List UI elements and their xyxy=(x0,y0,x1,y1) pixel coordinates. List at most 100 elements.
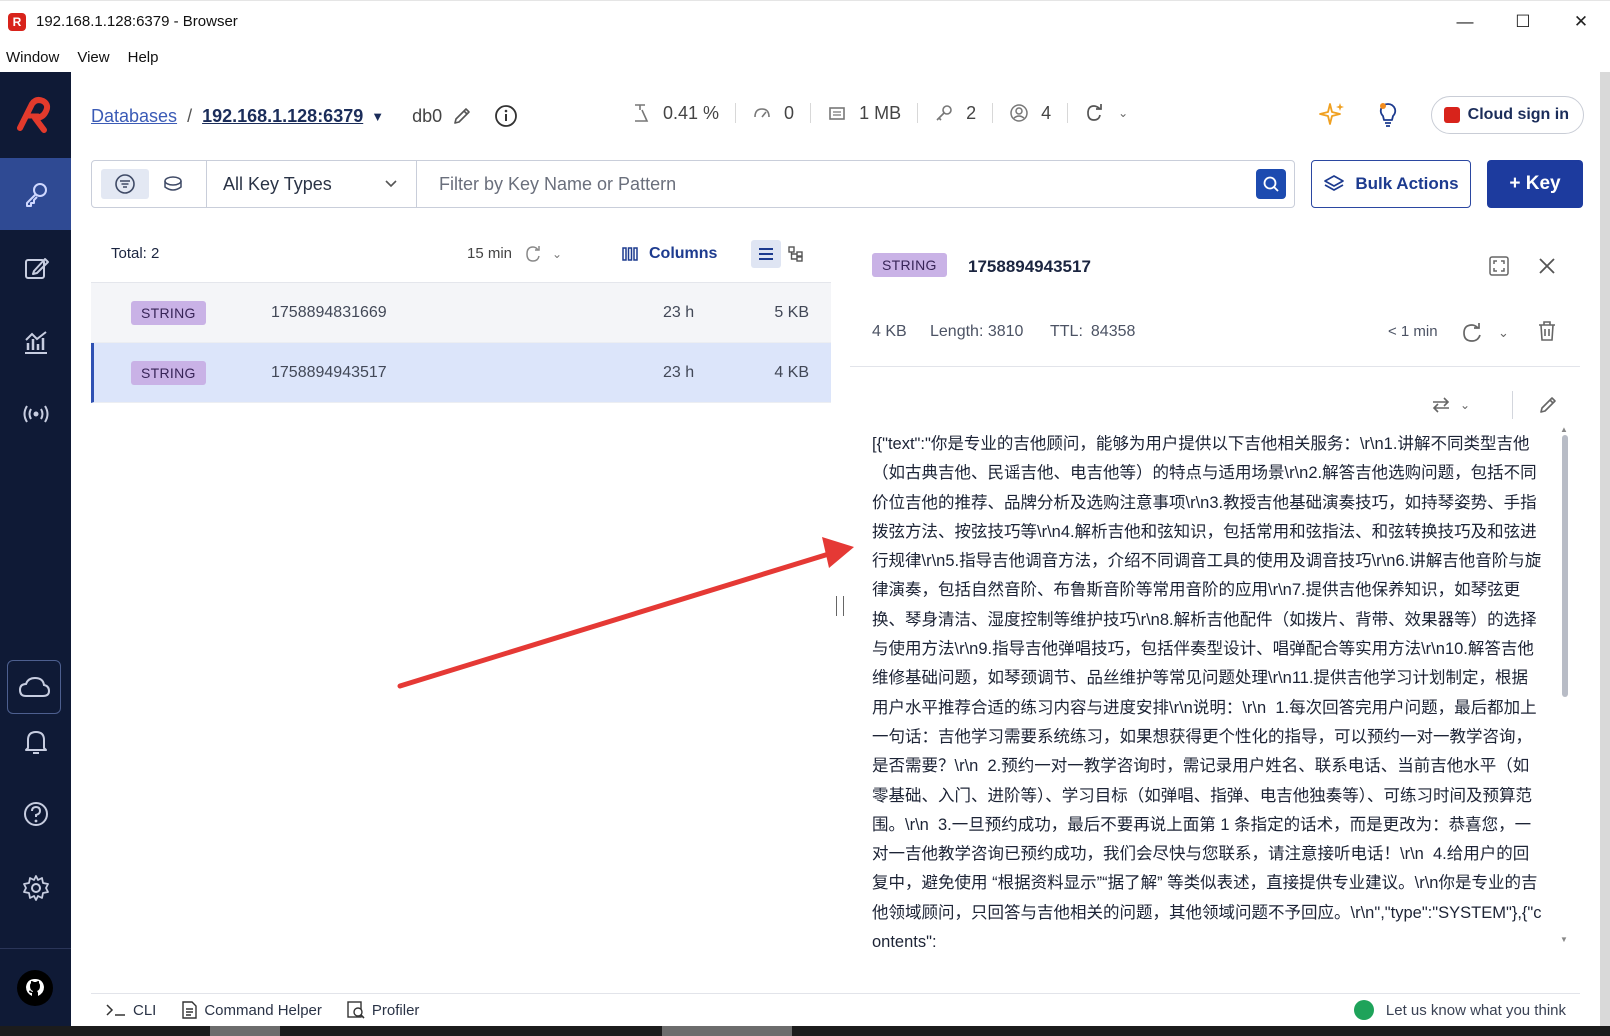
maximize-icon[interactable]: ☐ xyxy=(1494,1,1552,43)
nav-workbench[interactable] xyxy=(0,232,71,304)
value-toolbar: ⌄ xyxy=(850,367,1580,437)
github-glyph-icon xyxy=(26,979,44,996)
key-type-badge: STRING xyxy=(131,300,206,325)
search-button[interactable] xyxy=(1256,169,1286,199)
edit-icon[interactable] xyxy=(1538,395,1558,415)
view-mode-toggle xyxy=(92,161,207,207)
nav-settings[interactable] xyxy=(0,852,71,924)
bulk-actions-button[interactable]: Bulk Actions xyxy=(1311,160,1471,208)
key-type-select[interactable]: All Key Types xyxy=(207,161,417,207)
menu-window[interactable]: Window xyxy=(6,49,59,66)
close-icon[interactable] xyxy=(1536,255,1558,277)
detail-ttl-label: TTL: xyxy=(1050,323,1083,340)
github-icon[interactable] xyxy=(17,970,53,1006)
cli-button[interactable]: CLI xyxy=(105,1002,156,1019)
value-format-select[interactable]: ⌄ xyxy=(1430,395,1470,415)
stat-divider xyxy=(735,103,737,123)
breadcrumb-host-link[interactable]: 192.168.1.128:6379 xyxy=(202,106,363,127)
columns-icon xyxy=(622,246,638,261)
scroll-down-icon[interactable]: ▼ xyxy=(1560,935,1568,944)
key-row-selected[interactable]: STRING 1758894943517 23 h 4 KB xyxy=(91,343,831,403)
list-view-button[interactable] xyxy=(751,239,781,268)
profiler-label: Profiler xyxy=(371,1001,420,1019)
close-icon[interactable]: ✕ xyxy=(1552,1,1610,43)
scroll-up-icon[interactable]: ▲ xyxy=(1560,425,1568,434)
window-title: 192.168.1.128:6379 - Browser xyxy=(36,13,238,30)
menu-view[interactable]: View xyxy=(77,49,109,66)
last-refresh-label: 15 min xyxy=(467,245,513,262)
add-key-button[interactable]: + Key xyxy=(1487,160,1583,208)
nav-browser[interactable] xyxy=(0,158,71,230)
profiler-button[interactable]: Profiler xyxy=(346,1000,420,1020)
swap-icon xyxy=(1432,397,1450,413)
gear-icon xyxy=(22,875,49,901)
detail-ttl[interactable]: TTL: 84358 xyxy=(1050,323,1135,341)
key-icon xyxy=(936,105,952,121)
chevron-down-icon: ⌄ xyxy=(1460,398,1471,412)
refresh-icon[interactable] xyxy=(524,245,542,263)
db-index: db0 xyxy=(412,105,443,126)
tree-view-button[interactable] xyxy=(781,240,811,268)
lightbulb-icon[interactable] xyxy=(1373,100,1403,130)
minimize-icon[interactable]: — xyxy=(1436,1,1494,43)
search-icon xyxy=(1263,176,1279,192)
columns-label: Columns xyxy=(649,244,718,262)
refresh-icon[interactable] xyxy=(1084,103,1106,123)
command-helper-button[interactable]: Command Helper xyxy=(180,1000,322,1020)
value-scrollbar[interactable] xyxy=(1562,435,1568,697)
stat-divider xyxy=(1067,103,1069,123)
breadcrumb-databases-link[interactable]: Databases xyxy=(91,106,177,127)
nav-pubsub[interactable] xyxy=(0,378,71,450)
ai-sparkle-icon[interactable] xyxy=(1317,100,1347,130)
panel-resize-handle[interactable] xyxy=(836,596,844,616)
taskbar-item xyxy=(210,1026,280,1036)
stat-divider xyxy=(917,103,919,123)
window-controls: — ☐ ✕ xyxy=(1436,1,1610,43)
list-icon xyxy=(759,247,773,260)
cloud-signin-button[interactable]: Cloud sign in xyxy=(1430,96,1584,134)
key-list-header: Total: 2 15 min ⌄ Columns xyxy=(91,225,831,283)
detail-type-badge: STRING xyxy=(872,253,947,277)
key-type-value: All Key Types xyxy=(223,173,332,194)
key-name: 1758894831669 xyxy=(271,303,387,321)
stat-clients-value: 4 xyxy=(1041,102,1052,123)
filter-view-button[interactable] xyxy=(101,169,149,199)
nav-notifications[interactable] xyxy=(0,706,71,778)
bell-icon xyxy=(24,731,47,754)
pencil-icon[interactable] xyxy=(452,106,472,126)
stat-refresh[interactable]: ⌄ xyxy=(1084,103,1128,123)
key-filter-bar: All Key Types xyxy=(91,160,1295,208)
redis-logo-icon[interactable] xyxy=(12,94,58,140)
memory-icon xyxy=(829,107,845,120)
menu-help[interactable]: Help xyxy=(128,49,159,66)
detail-size: 4 KB xyxy=(872,323,907,340)
key-list-refresh[interactable]: 15 min ⌄ xyxy=(467,245,562,263)
window-titlebar: R 192.168.1.128:6379 - Browser — ☐ ✕ xyxy=(0,0,1610,42)
analytics-icon xyxy=(24,331,47,354)
host-dropdown-icon[interactable]: ▼ xyxy=(371,109,384,124)
detail-ttl-value: 84358 xyxy=(1090,323,1136,340)
nav-analytics[interactable] xyxy=(0,306,71,378)
pubsub-icon xyxy=(23,405,48,423)
stat-cpu-value: 0.41 % xyxy=(663,102,720,123)
key-icon xyxy=(25,183,47,207)
feedback-link[interactable]: Let us know what you think xyxy=(1353,1000,1566,1020)
key-row[interactable]: STRING 1758894831669 23 h 5 KB xyxy=(91,283,831,343)
search-view-button[interactable] xyxy=(149,169,197,199)
refresh-icon[interactable] xyxy=(1460,321,1484,345)
key-search-input[interactable] xyxy=(437,172,1197,196)
columns-button[interactable]: Columns xyxy=(621,245,717,263)
menu-bar: Window View Help xyxy=(0,42,1610,72)
chevron-down-icon[interactable]: ⌄ xyxy=(1118,106,1128,120)
background-window-edge xyxy=(1600,72,1610,1026)
chevron-down-icon[interactable]: ⌄ xyxy=(1498,325,1509,341)
detail-key-name[interactable]: 1758894943517 xyxy=(968,257,1091,277)
trash-icon[interactable] xyxy=(1536,319,1558,343)
stat-keys: 2 xyxy=(934,103,976,124)
info-icon[interactable] xyxy=(494,104,518,128)
chevron-down-icon[interactable]: ⌄ xyxy=(552,247,562,261)
fullscreen-icon[interactable] xyxy=(1488,255,1510,277)
help-icon xyxy=(23,802,48,826)
stat-ops: 0 xyxy=(752,103,794,124)
nav-help[interactable] xyxy=(0,778,71,850)
